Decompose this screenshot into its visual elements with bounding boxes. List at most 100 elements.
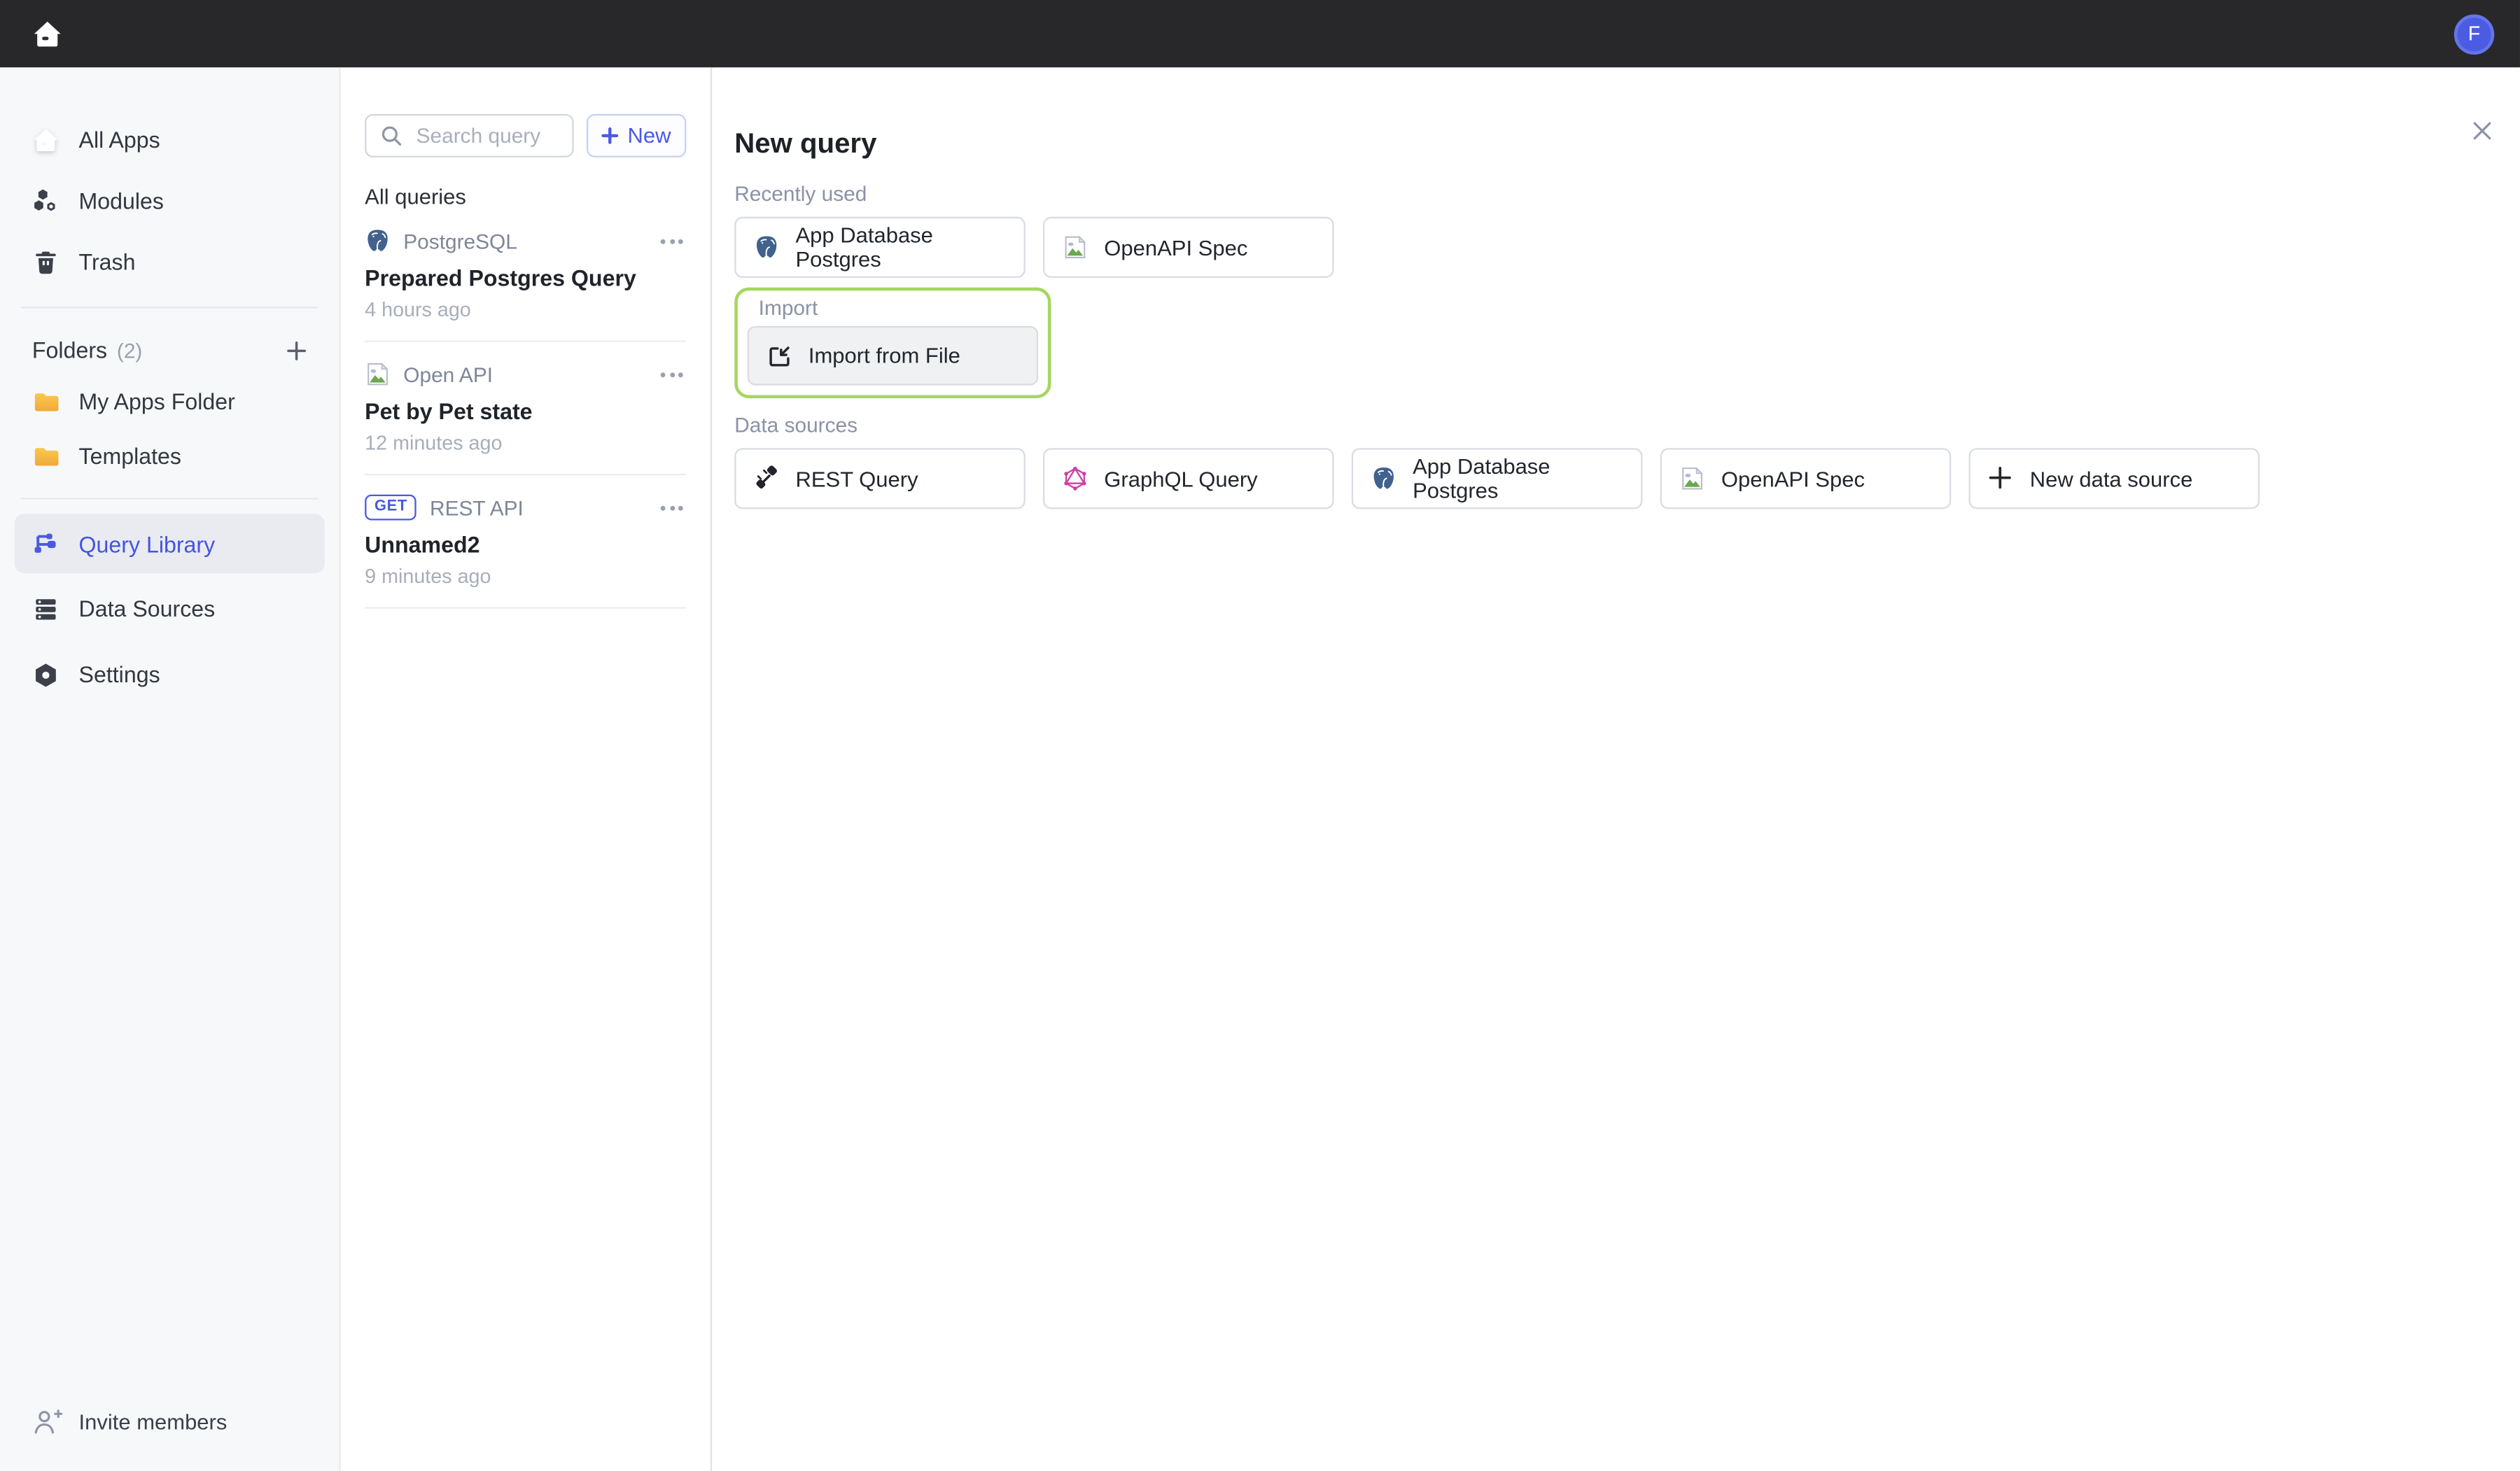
query-list-header: All queries [365, 185, 686, 209]
card-app-database-postgres[interactable]: App Database Postgres [1352, 448, 1643, 509]
plus-icon [1988, 465, 2014, 491]
sidebar-item-data-sources[interactable]: Data Sources [15, 578, 325, 639]
card-openapi-spec[interactable]: OpenAPI Spec [1660, 448, 1952, 509]
card-label: New data source [2030, 467, 2193, 491]
recently-used-cards: App Database Postgres OpenAPI Spec [734, 217, 2520, 278]
home-icon [31, 18, 62, 49]
query-timestamp: 4 hours ago [365, 299, 686, 321]
folder-icon [32, 388, 59, 415]
sidebar-item-label: Settings [78, 661, 160, 687]
card-openapi-spec[interactable]: OpenAPI Spec [1043, 217, 1334, 278]
card-new-data-source[interactable]: New data source [1968, 448, 2260, 509]
avatar[interactable]: F [2454, 14, 2494, 54]
import-label: Import [759, 297, 1038, 320]
sidebar-divider [21, 498, 318, 499]
sidebar-spacer [15, 705, 325, 1397]
invite-members-icon [32, 1407, 63, 1435]
query-name: Prepared Postgres Query [365, 265, 686, 291]
sidebar-item-settings[interactable]: Settings [15, 644, 325, 705]
query-type-row: Open API [365, 360, 686, 388]
query-type-row: PostgreSQL [365, 227, 686, 255]
folder-label: Templates [78, 443, 181, 469]
image-placeholder-icon [1063, 234, 1088, 260]
sidebar-item-query-library[interactable]: Query Library [15, 514, 325, 573]
modules-icon [32, 187, 59, 214]
new-query-panel: New query Recently used App Database Pos… [713, 67, 2520, 1471]
query-list-panel: New All queries PostgreSQL Pre [341, 67, 712, 1471]
sidebar-folder-templates[interactable]: Templates [15, 429, 325, 484]
sidebar-item-label: Data Sources [78, 596, 215, 621]
overflow-menu-button[interactable] [657, 502, 686, 513]
card-label: App Database Postgres [795, 223, 1006, 272]
query-type-label: REST API [430, 495, 524, 519]
query-name: Unnamed2 [365, 532, 686, 558]
query-list-item[interactable]: GET REST API Unnamed2 9 minutes ago [365, 475, 686, 608]
overflow-menu-button[interactable] [657, 235, 686, 246]
invite-members-label: Invite members [78, 1409, 227, 1433]
data-sources-label: Data sources [734, 413, 2520, 437]
search-input[interactable] [413, 122, 559, 149]
settings-icon [32, 661, 59, 688]
sidebar-folder-my-apps[interactable]: My Apps Folder [15, 374, 325, 429]
invite-members-button[interactable]: Invite members [15, 1397, 325, 1445]
sidebar-item-trash[interactable]: Trash [15, 231, 325, 292]
card-label: App Database Postgres [1413, 454, 1623, 502]
import-highlight-box: Import Import from File [734, 288, 1051, 398]
search-box[interactable] [365, 114, 573, 157]
query-timestamp: 9 minutes ago [365, 565, 686, 588]
sidebar-item-label: Modules [78, 188, 164, 213]
sidebar-item-label: Trash [78, 249, 135, 275]
folder-label: My Apps Folder [78, 388, 234, 414]
close-icon [2470, 118, 2493, 142]
query-list-item[interactable]: Open API Pet by Pet state 12 minutes ago [365, 342, 686, 475]
close-button[interactable] [2467, 115, 2496, 144]
folders-label: Folders [32, 337, 107, 363]
home-button[interactable] [26, 13, 68, 55]
card-graphql-query[interactable]: GraphQL Query [1043, 448, 1334, 509]
new-query-label: New [628, 124, 671, 148]
avatar-initial: F [2468, 22, 2481, 45]
card-label: Import from File [808, 344, 960, 367]
plus-icon [602, 127, 620, 144]
card-import-from-file[interactable]: Import from File [748, 326, 1039, 386]
query-list-item[interactable]: PostgreSQL Prepared Postgres Query 4 hou… [365, 209, 686, 342]
add-folder-button[interactable] [286, 339, 307, 360]
top-bar: F [0, 0, 2520, 67]
postgres-icon [754, 234, 780, 260]
postgres-icon [1371, 465, 1396, 491]
sidebar: All Apps Modules [0, 67, 341, 1471]
folders-header: Folders (2) [15, 326, 325, 374]
recently-used-label: Recently used [734, 181, 2520, 205]
get-badge: GET [365, 495, 416, 521]
rest-plug-icon [754, 465, 780, 491]
sidebar-divider [21, 307, 318, 308]
card-label: OpenAPI Spec [1104, 235, 1247, 259]
query-type-label: Open API [403, 362, 493, 386]
trash-icon [32, 248, 59, 276]
overflow-menu-button[interactable] [657, 369, 686, 380]
card-label: OpenAPI Spec [1721, 467, 1865, 491]
sidebar-item-label: Query Library [78, 530, 215, 556]
home-icon [32, 126, 59, 153]
graphql-icon [1063, 465, 1088, 491]
query-timestamp: 12 minutes ago [365, 432, 686, 454]
query-library-icon [32, 530, 59, 557]
data-source-cards: REST Query GraphQL Query [734, 448, 2520, 509]
image-placeholder-icon [1679, 465, 1705, 491]
card-rest-query[interactable]: REST Query [734, 448, 1026, 509]
query-type-row: GET REST API [365, 493, 686, 521]
plus-icon [286, 339, 307, 360]
folders-count: (2) [117, 338, 142, 362]
new-query-button[interactable]: New [587, 114, 686, 157]
card-label: GraphQL Query [1104, 467, 1257, 491]
card-label: REST Query [795, 467, 918, 491]
folder-icon [32, 442, 59, 470]
search-icon [379, 124, 403, 148]
sidebar-item-all-apps[interactable]: All Apps [15, 109, 325, 170]
sidebar-item-modules[interactable]: Modules [15, 170, 325, 231]
data-sources-icon [32, 595, 59, 622]
postgres-icon [365, 228, 391, 254]
query-search-row: New [365, 114, 686, 157]
app-window: F All Apps Modules [0, 0, 2520, 1471]
card-app-database-postgres[interactable]: App Database Postgres [734, 217, 1026, 278]
